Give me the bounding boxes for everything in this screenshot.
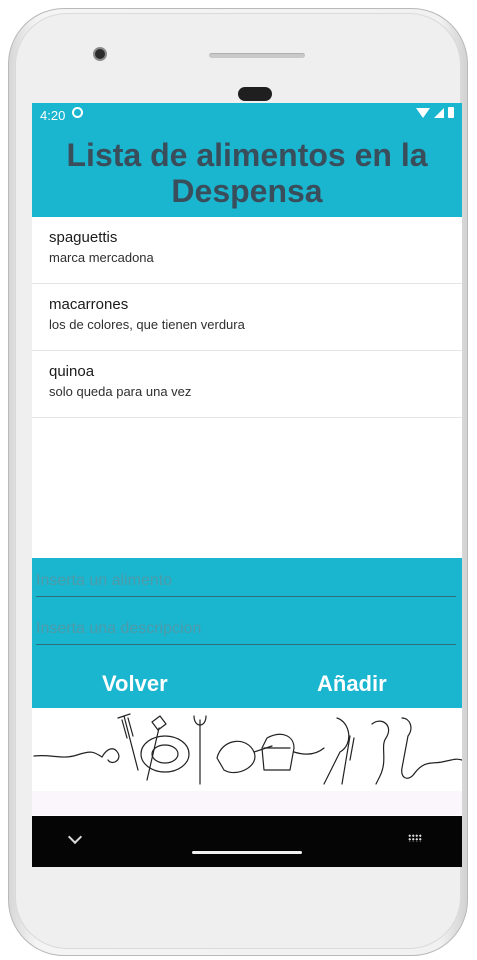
- list-item[interactable]: spaguettis marca mercadona: [32, 217, 462, 284]
- plate-inner: [151, 744, 179, 764]
- bottom-strip: [32, 791, 462, 815]
- add-food-form: Volver Añadir: [32, 558, 462, 708]
- item-description: solo queda para una vez: [49, 384, 192, 399]
- battery-icon: [448, 107, 454, 118]
- pot-icon: [261, 733, 295, 771]
- list-item[interactable]: macarrones los de colores, que tienen ve…: [32, 284, 462, 351]
- signal-icon: [434, 107, 444, 118]
- back-button[interactable]: Volver: [102, 668, 168, 700]
- food-list: spaguettis marca mercadona macarrones lo…: [32, 217, 462, 418]
- doodle-line: [33, 751, 103, 758]
- app-screen: 4:20 Lista de alimentos en la Despensa s…: [32, 103, 462, 867]
- page-title: Lista de alimentos en la Despensa: [66, 137, 428, 209]
- nav-home-bar[interactable]: [192, 851, 302, 854]
- keyboard-icon[interactable]: [408, 834, 422, 842]
- app-header: 4:20 Lista de alimentos en la Despensa: [32, 103, 462, 217]
- earpiece-speaker: [238, 87, 272, 101]
- status-icons: [416, 107, 454, 118]
- item-name: spaguettis: [49, 229, 118, 246]
- rolling-pin-icon: [193, 715, 207, 785]
- system-nav-bar: [32, 816, 462, 867]
- wifi-icon: [416, 107, 430, 118]
- utensils-line-art: [33, 713, 462, 785]
- sync-icon: [72, 107, 83, 118]
- food-name-input[interactable]: [36, 566, 456, 597]
- doodle-line: [413, 758, 462, 775]
- status-bar: 4:20: [32, 103, 462, 127]
- fork-icon: [117, 713, 139, 771]
- kitchen-utensils-illustration: [32, 708, 462, 791]
- plate-icon: [140, 735, 190, 773]
- nav-back-icon[interactable]: [67, 829, 83, 845]
- pan-icon: [216, 740, 256, 774]
- item-name: quinoa: [49, 363, 95, 380]
- doodle-line: [293, 747, 325, 755]
- item-description: marca mercadona: [49, 250, 154, 265]
- status-time: 4:20: [40, 108, 66, 123]
- phone-top-line: [209, 53, 305, 58]
- food-description-input[interactable]: [36, 614, 456, 645]
- list-item[interactable]: quinoa solo queda para una vez: [32, 351, 462, 418]
- item-description: los de colores, que tienen verdura: [49, 317, 245, 332]
- utensil-icon: [401, 717, 415, 779]
- item-name: macarrones: [49, 296, 129, 313]
- spoon-icon: [323, 717, 350, 785]
- ladle-icon: [371, 720, 390, 785]
- add-button[interactable]: Añadir: [317, 668, 387, 700]
- front-camera: [93, 47, 107, 61]
- doodle-loop: [101, 748, 120, 764]
